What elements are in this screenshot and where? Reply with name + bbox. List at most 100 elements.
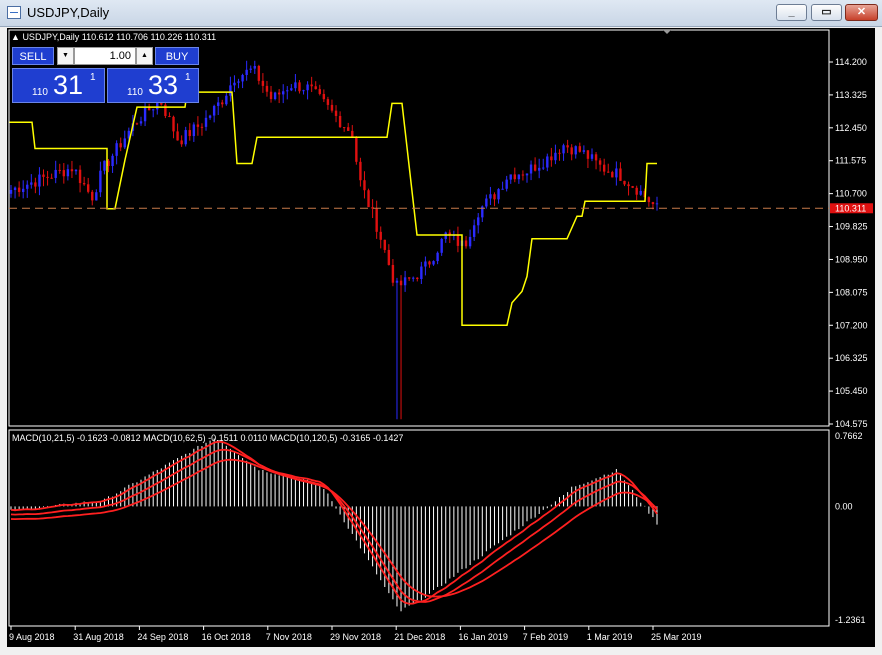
candle-body bbox=[318, 89, 321, 94]
candle-body bbox=[631, 186, 634, 188]
candle-body bbox=[208, 115, 212, 118]
candle-body bbox=[412, 277, 415, 279]
time-axis-label: 7 Nov 2018 bbox=[266, 632, 312, 642]
candle-body bbox=[505, 179, 508, 189]
maximize-button[interactable]: ▭ bbox=[811, 4, 842, 21]
minimize-icon: _ bbox=[788, 6, 795, 18]
collapse-arrow-icon[interactable]: ▲ bbox=[11, 32, 20, 42]
candle-body bbox=[221, 102, 224, 105]
bid-big-digits: 31 bbox=[53, 70, 84, 100]
macd-indicator bbox=[10, 438, 658, 612]
candle-body bbox=[225, 95, 228, 105]
price-axis-label: 113.325 bbox=[835, 90, 867, 100]
candle-body bbox=[217, 102, 220, 106]
macd-signal-line-1 bbox=[10, 440, 658, 605]
candle-body bbox=[367, 190, 370, 208]
candle-body bbox=[34, 182, 37, 187]
candle-body bbox=[204, 117, 208, 127]
candle-body bbox=[493, 194, 496, 200]
candle-body bbox=[82, 183, 86, 185]
candle-body bbox=[30, 182, 33, 185]
candle-body bbox=[355, 136, 358, 162]
ask-prefix: 110 bbox=[127, 87, 143, 98]
candle-body bbox=[611, 172, 614, 178]
candle-body bbox=[249, 68, 252, 70]
candle-body bbox=[282, 91, 285, 95]
ask-price[interactable]: 110 33 1 bbox=[107, 68, 199, 103]
candle-body bbox=[91, 191, 94, 201]
candle-body bbox=[290, 88, 293, 91]
candle-body bbox=[62, 170, 66, 177]
candle-body bbox=[176, 131, 179, 141]
title-bar: USDJPY,Daily _ ▭ ✕ bbox=[0, 0, 882, 27]
candle-body bbox=[99, 170, 102, 193]
time-axis-label: 24 Sep 2018 bbox=[137, 632, 188, 642]
candle-body bbox=[351, 130, 354, 137]
candle-body bbox=[456, 235, 460, 246]
candle-body bbox=[212, 105, 216, 116]
candle-body bbox=[294, 82, 297, 89]
buy-button[interactable]: BUY bbox=[155, 47, 199, 65]
candle-body bbox=[78, 169, 82, 184]
close-button[interactable]: ✕ bbox=[845, 4, 878, 21]
candle-body bbox=[533, 164, 537, 171]
candle-body bbox=[651, 202, 655, 205]
candle-body bbox=[525, 173, 529, 176]
candle-body bbox=[143, 106, 147, 122]
candle-body bbox=[21, 188, 25, 192]
candle-body bbox=[639, 190, 642, 195]
candle-body bbox=[196, 124, 200, 127]
candle-body bbox=[590, 154, 594, 159]
candle-body bbox=[615, 168, 618, 178]
time-axis-label: 7 Feb 2019 bbox=[523, 632, 569, 642]
chart-canvas: 114.200 113.325 112.450 111.575 110.700 109.8… bbox=[8, 29, 873, 642]
candle-body bbox=[489, 194, 492, 199]
macd-signal-line-2 bbox=[10, 448, 658, 603]
candle-body bbox=[464, 240, 468, 247]
price-axis-label: 106.325 bbox=[835, 353, 868, 363]
candle-body bbox=[619, 168, 622, 181]
candle-body bbox=[200, 126, 204, 128]
candle-body bbox=[265, 85, 269, 92]
time-axis-label: 21 Dec 2018 bbox=[394, 632, 445, 642]
candle-body bbox=[50, 177, 53, 179]
candle-body bbox=[635, 187, 638, 195]
candle-body bbox=[139, 121, 143, 124]
candle-body bbox=[338, 115, 342, 128]
ask-big-digits: 33 bbox=[148, 70, 179, 100]
bid-price[interactable]: 110 31 1 bbox=[12, 68, 105, 103]
sell-button[interactable]: SELL bbox=[12, 47, 54, 65]
time-axis-label: 1 Mar 2019 bbox=[587, 632, 633, 642]
candle-body bbox=[269, 91, 273, 100]
candle-body bbox=[322, 93, 326, 100]
candle-body bbox=[647, 197, 651, 203]
chart-window-icon bbox=[7, 6, 21, 19]
candle-body bbox=[42, 174, 45, 177]
candle-body bbox=[115, 143, 118, 156]
candle-body bbox=[237, 81, 240, 83]
candle-body bbox=[586, 150, 590, 159]
volume-input[interactable]: 1.00 bbox=[74, 47, 136, 65]
price-axis-label: 110.700 bbox=[835, 189, 867, 199]
candle-body bbox=[119, 143, 122, 148]
price-axis-label: 105.450 bbox=[835, 386, 868, 396]
candle-body bbox=[26, 184, 29, 189]
candle-body bbox=[546, 156, 549, 168]
minimize-button[interactable]: _ bbox=[776, 4, 807, 21]
candle-body bbox=[314, 86, 317, 90]
candle-body bbox=[542, 167, 545, 169]
volume-increase-button[interactable]: ▲ bbox=[136, 47, 153, 65]
candle-body bbox=[562, 145, 565, 154]
chart-area[interactable]: 114.200 113.325 112.450 111.575 110.700 109.8… bbox=[7, 28, 875, 647]
candle-body bbox=[537, 167, 541, 171]
macd-legend: MACD(10,21,5) -0.1623 -0.0812 MACD(10,62… bbox=[12, 433, 404, 443]
candle-body bbox=[111, 155, 114, 166]
ask-pipette: 1 bbox=[185, 72, 191, 83]
maximize-icon: ▭ bbox=[821, 6, 832, 18]
price-axis-label: 107.200 bbox=[835, 320, 868, 330]
candle-body bbox=[501, 188, 504, 190]
candle-body bbox=[574, 146, 577, 155]
volume-decrease-button[interactable]: ▼ bbox=[57, 47, 74, 65]
candle-body bbox=[277, 92, 281, 95]
macd-axis-label: -1.2361 bbox=[835, 615, 866, 625]
